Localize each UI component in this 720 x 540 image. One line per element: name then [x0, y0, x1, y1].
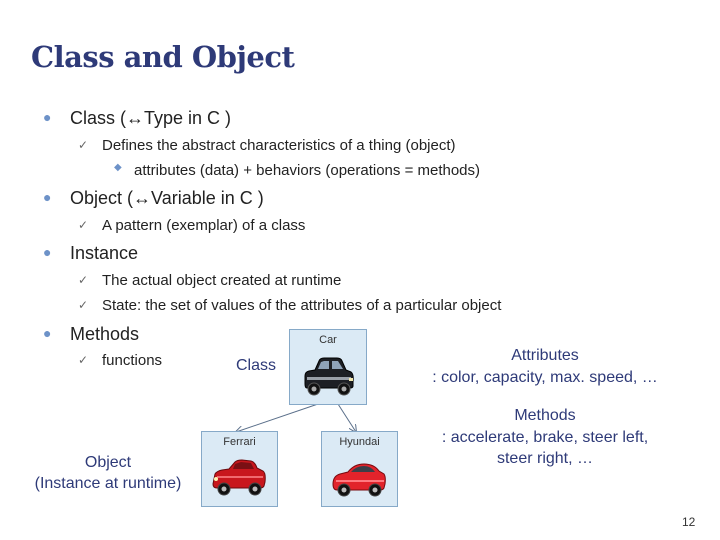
object-caption-line-1: Object	[84, 454, 132, 471]
page-number: 12	[682, 515, 696, 529]
object-box-hyundai: Hyundai	[321, 431, 398, 507]
red-convertible-car-icon	[212, 459, 266, 496]
object-caption: Object (Instance at runtime)	[20, 454, 196, 493]
object-box-ferrari: Ferrari	[201, 431, 278, 507]
arrow-to-ferrari	[236, 403, 319, 432]
methods-text-line-2: steer right, …	[496, 450, 594, 467]
slide: Class and Object ● Class (↔Type in C ) ✓…	[0, 0, 720, 540]
methods-annotation: Methods : accelerate, brake, steer left,…	[410, 407, 680, 468]
red-sedan-car-icon	[332, 463, 386, 497]
class-box-label: Car	[319, 334, 337, 346]
class-box-car: Car	[289, 329, 367, 405]
object-box-label-ferrari: Ferrari	[223, 436, 256, 448]
object-box-label-hyundai: Hyundai	[339, 436, 380, 448]
methods-heading: Methods	[514, 407, 576, 424]
attributes-heading: Attributes	[511, 347, 579, 364]
object-caption-line-2: (Instance at runtime)	[34, 475, 182, 492]
attributes-text: : color, capacity, max. speed, …	[432, 369, 658, 386]
class-caption: Class	[236, 357, 277, 374]
arrow-to-hyundai	[337, 403, 356, 432]
black-car-icon	[304, 357, 354, 396]
methods-text-line-1: : accelerate, brake, steer left,	[441, 429, 649, 446]
attributes-annotation: Attributes : color, capacity, max. speed…	[410, 347, 680, 387]
